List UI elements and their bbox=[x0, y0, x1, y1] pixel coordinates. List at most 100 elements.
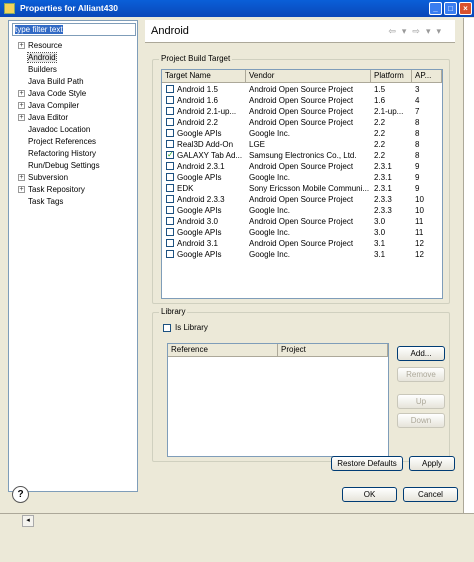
table-row[interactable]: Google APIs Google Inc. 2.2 8 bbox=[162, 128, 442, 139]
up-button[interactable]: Up bbox=[397, 394, 445, 409]
col-project[interactable]: Project bbox=[278, 344, 388, 356]
table-row[interactable]: Android 1.5 Android Open Source Project 1.… bbox=[162, 84, 442, 95]
target-checkbox[interactable] bbox=[166, 195, 174, 203]
table-row[interactable]: Android 1.6 Android Open Source Project 1.… bbox=[162, 95, 442, 106]
build-target-table[interactable]: Target Name Vendor Platform AP... Androi… bbox=[161, 69, 443, 299]
tree-item[interactable]: + Task Repository bbox=[9, 184, 137, 196]
remove-library-button[interactable]: Remove bbox=[397, 367, 445, 382]
table-row[interactable]: Android 2.2 Android Open Source Project 2.… bbox=[162, 117, 442, 128]
filter-input[interactable]: type filter text bbox=[12, 23, 136, 36]
table-row[interactable]: Android 3.0 Android Open Source Project 3.… bbox=[162, 216, 442, 227]
api-cell: 7 bbox=[415, 107, 420, 116]
library-table[interactable]: Reference Project bbox=[167, 343, 389, 457]
apply-button[interactable]: Apply bbox=[409, 456, 455, 471]
close-button[interactable]: × bbox=[459, 2, 472, 15]
table-row[interactable]: Android 2.1-up... Android Open Source Pro… bbox=[162, 106, 442, 117]
target-checkbox[interactable] bbox=[166, 162, 174, 170]
tree-item[interactable]: + Resource bbox=[9, 40, 137, 52]
platform-cell: 3.1 bbox=[374, 239, 386, 248]
vendor-cell: LGE bbox=[249, 140, 266, 149]
tree-item[interactable]: Refactoring History bbox=[9, 148, 137, 160]
tree-item[interactable]: + Java Editor bbox=[9, 112, 137, 124]
target-checkbox[interactable] bbox=[166, 85, 174, 93]
table-row[interactable]: Android 2.3.1 Android Open Source Project… bbox=[162, 161, 442, 172]
tree-item-label: Java Editor bbox=[28, 113, 69, 122]
target-checkbox[interactable] bbox=[166, 140, 174, 148]
tree-item[interactable]: Javadoc Location bbox=[9, 124, 137, 136]
expand-icon[interactable]: + bbox=[18, 114, 25, 121]
target-checkbox[interactable] bbox=[166, 118, 174, 126]
ok-button[interactable]: OK bbox=[342, 487, 397, 502]
expand-icon[interactable]: + bbox=[18, 90, 25, 97]
expand-icon[interactable]: + bbox=[18, 186, 25, 193]
target-checkbox[interactable] bbox=[166, 107, 174, 115]
view-menu-icon[interactable]: ▾ bbox=[436, 26, 447, 36]
cancel-button[interactable]: Cancel bbox=[403, 487, 458, 502]
api-cell: 8 bbox=[415, 140, 420, 149]
down-button[interactable]: Down bbox=[397, 413, 445, 428]
back-dropdown-icon[interactable]: ▾ bbox=[402, 26, 413, 36]
properties-window: Properties for Alliant430 _ □ × type fil… bbox=[0, 0, 474, 562]
forward-icon[interactable]: ⇨ bbox=[412, 26, 426, 36]
tree-item[interactable]: Builders bbox=[9, 64, 137, 76]
tree-item[interactable]: + Java Compiler bbox=[9, 100, 137, 112]
table-row[interactable]: Google APIs Google Inc. 3.1 12 bbox=[162, 249, 442, 260]
target-checkbox[interactable]: ✓ bbox=[166, 151, 174, 159]
table-row[interactable]: Google APIs Google Inc. 2.3.1 9 bbox=[162, 172, 442, 183]
col-reference[interactable]: Reference bbox=[168, 344, 278, 356]
api-cell: 11 bbox=[415, 228, 424, 237]
target-name-cell: Android 1.5 bbox=[177, 85, 218, 94]
tree-item[interactable]: + Subversion bbox=[9, 172, 137, 184]
table-row[interactable]: Google APIs Google Inc. 3.0 11 bbox=[162, 227, 442, 238]
col-vendor[interactable]: Vendor bbox=[246, 70, 371, 82]
tree-item-label: Javadoc Location bbox=[28, 125, 91, 134]
target-checkbox[interactable] bbox=[166, 184, 174, 192]
target-checkbox[interactable] bbox=[166, 206, 174, 214]
col-target-name[interactable]: Target Name bbox=[162, 70, 246, 82]
restore-defaults-button[interactable]: Restore Defaults bbox=[331, 456, 403, 471]
tree-item[interactable]: Android bbox=[9, 52, 137, 64]
target-name-cell: Android 3.0 bbox=[177, 217, 218, 226]
platform-cell: 2.3.3 bbox=[374, 206, 392, 215]
api-cell: 12 bbox=[415, 239, 424, 248]
target-checkbox[interactable] bbox=[166, 239, 174, 247]
tree-item[interactable]: Java Build Path bbox=[9, 76, 137, 88]
target-name-cell: Real3D Add-On bbox=[177, 140, 234, 149]
tree-item[interactable]: Run/Debug Settings bbox=[9, 160, 137, 172]
col-api[interactable]: AP... bbox=[412, 70, 442, 82]
target-name-cell: Google APIs bbox=[177, 206, 222, 215]
tree-item-label: Task Repository bbox=[28, 185, 85, 194]
table-row[interactable]: Android 3.1 Android Open Source Project 3.… bbox=[162, 238, 442, 249]
expand-icon[interactable]: + bbox=[18, 42, 25, 49]
history-nav[interactable]: ⇦▾⇨▾▾ bbox=[388, 26, 447, 37]
table-row[interactable]: Real3D Add-On LGE 2.2 8 bbox=[162, 139, 442, 150]
tree-item[interactable]: + Java Code Style bbox=[9, 88, 137, 100]
tree-item-label: Refactoring History bbox=[28, 149, 97, 158]
forward-dropdown-icon[interactable]: ▾ bbox=[426, 26, 437, 36]
target-checkbox[interactable] bbox=[166, 228, 174, 236]
minimize-button[interactable]: _ bbox=[429, 2, 442, 15]
expand-icon[interactable]: + bbox=[18, 174, 25, 181]
title-bar: Properties for Alliant430 _ □ × bbox=[0, 0, 474, 17]
table-row[interactable]: EDK Sony Ericsson Mobile Communi... 2.3.1 9 bbox=[162, 183, 442, 194]
expand-icon[interactable]: + bbox=[18, 102, 25, 109]
scroll-left-icon[interactable]: ◂ bbox=[22, 515, 34, 527]
target-checkbox[interactable] bbox=[166, 173, 174, 181]
target-checkbox[interactable] bbox=[166, 129, 174, 137]
col-platform[interactable]: Platform bbox=[371, 70, 412, 82]
target-name-cell: Android 3.1 bbox=[177, 239, 218, 248]
back-icon[interactable]: ⇦ bbox=[388, 26, 402, 36]
platform-cell: 2.3.3 bbox=[374, 195, 392, 204]
tree-item[interactable]: Project References bbox=[9, 136, 137, 148]
help-icon[interactable]: ? bbox=[12, 486, 29, 503]
table-row[interactable]: Android 2.3.3 Android Open Source Project… bbox=[162, 194, 442, 205]
table-row[interactable]: ✓ GALAXY Tab Ad... Samsung Electronics Co.… bbox=[162, 150, 442, 161]
tree-item[interactable]: Task Tags bbox=[9, 196, 137, 208]
maximize-button[interactable]: □ bbox=[444, 2, 457, 15]
target-checkbox[interactable] bbox=[166, 96, 174, 104]
is-library-checkbox[interactable] bbox=[163, 324, 171, 332]
target-checkbox[interactable] bbox=[166, 217, 174, 225]
table-row[interactable]: Google APIs Google Inc. 2.3.3 10 bbox=[162, 205, 442, 216]
target-checkbox[interactable] bbox=[166, 250, 174, 258]
add-library-button[interactable]: Add... bbox=[397, 346, 445, 361]
